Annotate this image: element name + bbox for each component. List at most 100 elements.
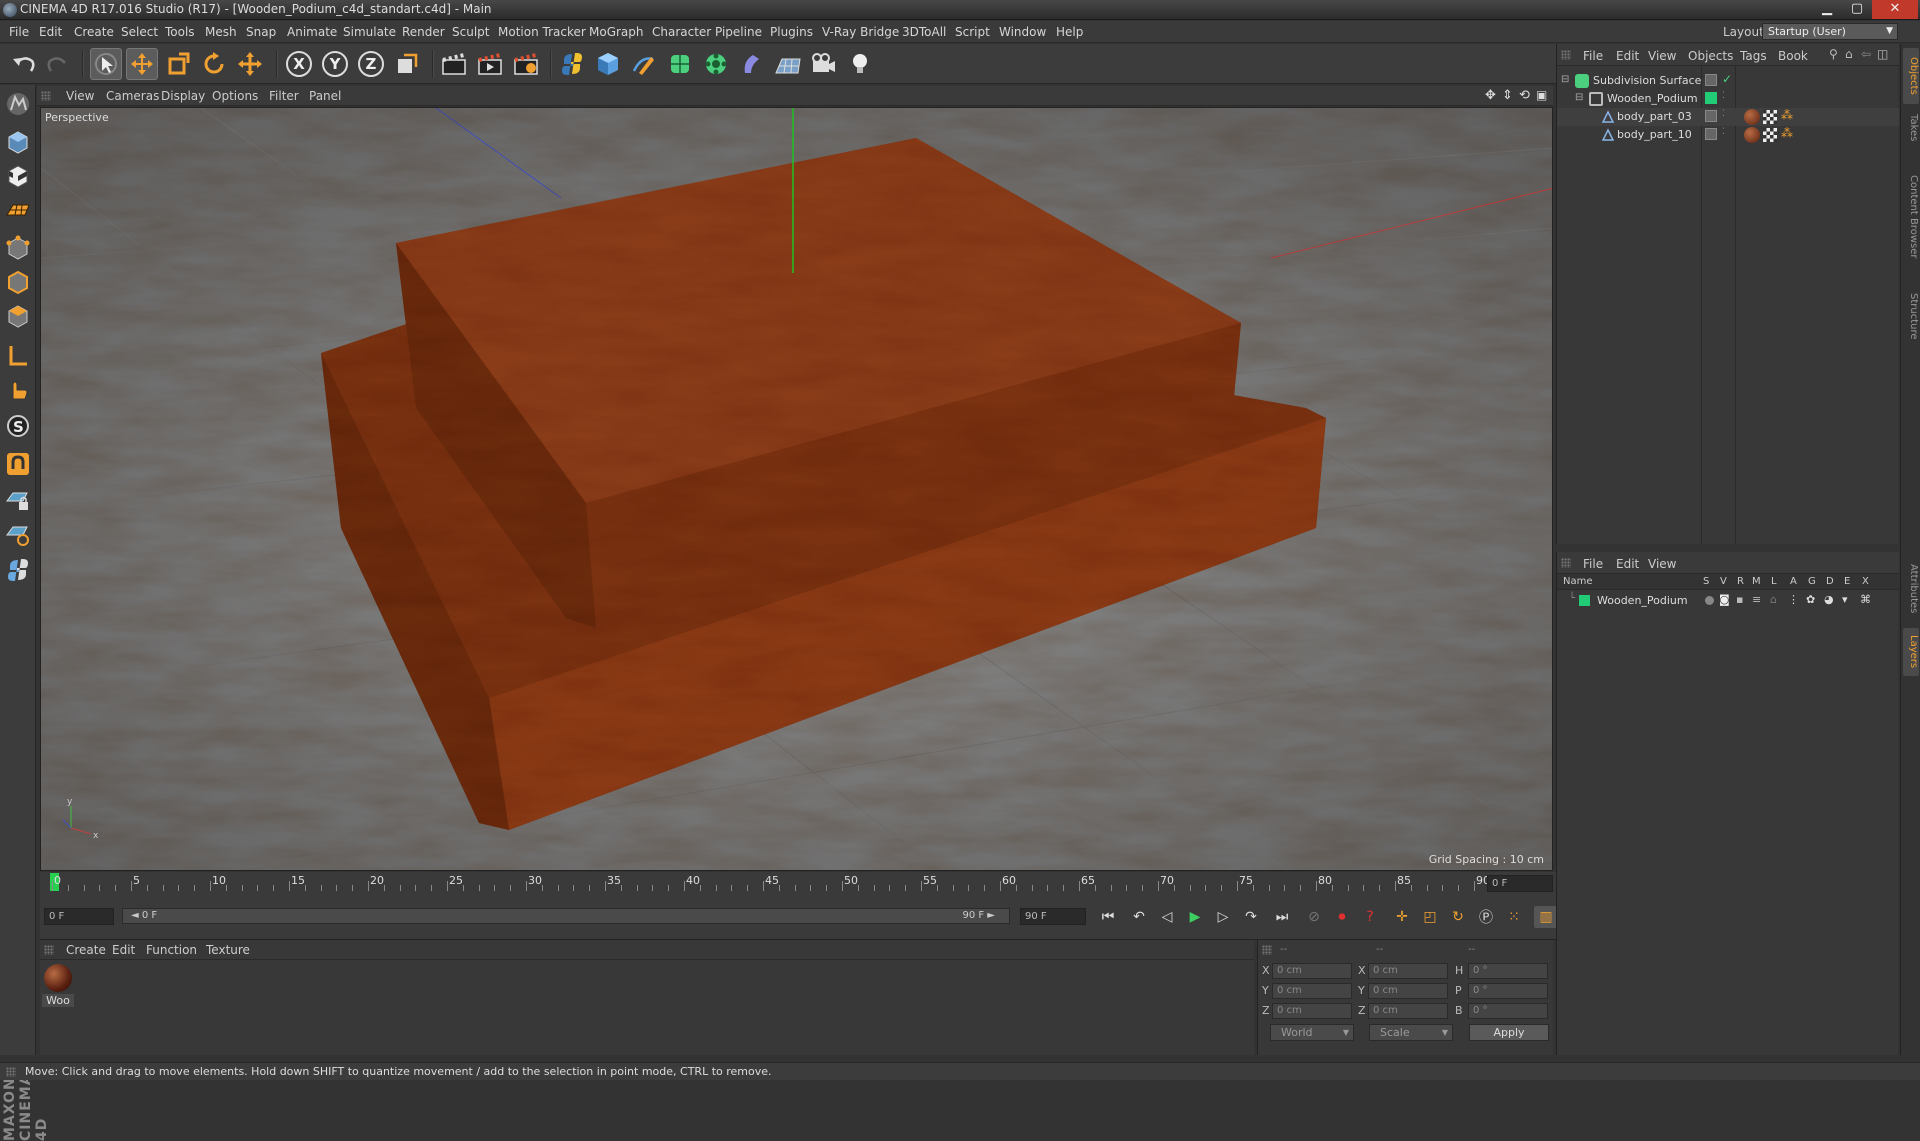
collapse-toggle-icon[interactable]: ⊟: [1561, 74, 1569, 85]
make-editable-button[interactable]: [3, 89, 33, 119]
layer-swatch-icon[interactable]: [1705, 128, 1717, 140]
generator-toggle-icon[interactable]: ✿: [1806, 593, 1815, 606]
size-z-field[interactable]: 0 cm: [1368, 1003, 1448, 1019]
menu-edit[interactable]: Edit: [39, 25, 62, 39]
visibility-dots-icon[interactable]: ⁚: [1722, 91, 1725, 101]
goto-start-button[interactable]: ⏮: [1096, 906, 1120, 928]
layer-swatch-icon[interactable]: [1705, 74, 1717, 86]
menu-create[interactable]: Create: [74, 25, 114, 39]
menu-pipeline[interactable]: Pipeline: [715, 25, 762, 39]
menu-vray-bridge[interactable]: V-Ray Bridge: [822, 25, 899, 39]
tweak-mode-button[interactable]: [3, 375, 33, 405]
size-y-field[interactable]: 0 cm: [1368, 983, 1448, 999]
phong-tag-icon[interactable]: ⁂: [1781, 126, 1793, 140]
rotate-tool-button[interactable]: [198, 48, 230, 80]
locked-workplane-button[interactable]: [3, 485, 33, 515]
tree-row-body-part-03[interactable]: body_part_03 ⁚ ⁂: [1557, 108, 1899, 126]
pos-z-field[interactable]: 0 cm: [1272, 1003, 1352, 1019]
material-menu-create[interactable]: Create: [66, 943, 106, 957]
home-icon[interactable]: ⌂: [1845, 47, 1853, 61]
viewport-menu-view[interactable]: View: [66, 89, 94, 103]
objects-menu-bookmarks[interactable]: Book: [1778, 49, 1808, 63]
render-picture-viewer-button[interactable]: [474, 48, 506, 80]
next-frame-button[interactable]: ▷: [1211, 906, 1235, 928]
render-view-button[interactable]: [438, 48, 470, 80]
material-name[interactable]: Woo: [42, 994, 74, 1007]
menu-tools[interactable]: Tools: [165, 25, 195, 39]
size-mode-dropdown[interactable]: Scale ▼: [1369, 1024, 1453, 1041]
record-keys-disabled-button[interactable]: ⊘: [1302, 906, 1326, 928]
key-parameter-button[interactable]: Ⓟ: [1474, 906, 1498, 928]
objects-menu-tags[interactable]: Tags: [1740, 49, 1767, 63]
edges-mode-button[interactable]: [3, 267, 33, 297]
lock-icon[interactable]: ⌂: [1770, 593, 1777, 606]
viewport-menu-display[interactable]: Display: [161, 89, 205, 103]
render-toggle-icon[interactable]: ▪: [1736, 593, 1743, 606]
material-menu-texture[interactable]: Texture: [206, 943, 250, 957]
tab-structure[interactable]: Structure: [1903, 284, 1919, 348]
viewport-menu-panel[interactable]: Panel: [309, 89, 341, 103]
3d-viewport[interactable]: y x Perspective Grid Spacing : 10 cm: [40, 107, 1553, 871]
material-menu-edit[interactable]: Edit: [112, 943, 135, 957]
material-tag-icon[interactable]: [1744, 127, 1760, 143]
move-tool-button[interactable]: [126, 48, 158, 80]
pos-y-field[interactable]: 0 cm: [1272, 983, 1352, 999]
menu-script[interactable]: Script: [955, 25, 990, 39]
menu-select[interactable]: Select: [121, 25, 158, 39]
redo-button[interactable]: [42, 48, 74, 80]
tree-row-subdivision-surface[interactable]: ⊟ Subdivision Surface ✓: [1557, 72, 1899, 90]
collapse-toggle-icon[interactable]: ⊟: [1575, 92, 1583, 103]
objects-menu-file[interactable]: File: [1583, 49, 1603, 63]
viewport-zoom-icon[interactable]: ⇕: [1502, 88, 1513, 103]
next-key-button[interactable]: ↷: [1239, 906, 1263, 928]
panel-grip-icon[interactable]: [41, 91, 51, 101]
previous-key-button[interactable]: ↶: [1127, 906, 1151, 928]
menu-render[interactable]: Render: [402, 25, 445, 39]
deformer-button[interactable]: [736, 48, 768, 80]
enable-axis-button[interactable]: [3, 341, 33, 371]
model-mode-button[interactable]: [3, 127, 33, 157]
tree-row-wooden-podium[interactable]: ⊟ Wooden_Podium ⁚: [1557, 90, 1899, 108]
apply-button[interactable]: Apply: [1469, 1024, 1549, 1041]
cube-primitive-button[interactable]: [592, 48, 624, 80]
viewport-move-icon[interactable]: ✥: [1485, 88, 1496, 103]
tree-row-body-part-10[interactable]: body_part_10 ⁚ ⁂: [1557, 126, 1899, 144]
manager-toggle-icon[interactable]: ≡: [1752, 593, 1761, 606]
maximize-button[interactable]: ▢: [1842, 0, 1872, 19]
visibility-dots-icon[interactable]: ⁚: [1722, 109, 1725, 119]
tab-attributes[interactable]: Attributes: [1903, 554, 1919, 624]
back-icon[interactable]: ⇦: [1861, 47, 1871, 61]
viewport-label[interactable]: Perspective: [45, 111, 109, 124]
phong-tag-icon[interactable]: ⁂: [1781, 108, 1793, 122]
layer-row-wooden-podium[interactable]: └ Wooden_Podium ◙ ▪ ≡ ⌂ ⋮ ✿ ◕ ▾ ⌘: [1557, 592, 1899, 610]
menu-animate[interactable]: Animate: [287, 25, 337, 39]
viewport-menu-options[interactable]: Options: [212, 89, 258, 103]
eye-icon[interactable]: ◙: [1719, 593, 1730, 606]
expression-toggle-icon[interactable]: ▾: [1842, 593, 1848, 606]
autokeying-button[interactable]: ?: [1358, 906, 1382, 928]
snap-button[interactable]: S: [3, 411, 33, 441]
menu-3dtoall[interactable]: 3DToAll: [902, 25, 946, 39]
menu-sculpt[interactable]: Sculpt: [452, 25, 489, 39]
enabled-check-icon[interactable]: ✓: [1722, 72, 1732, 86]
menu-snap[interactable]: Snap: [246, 25, 276, 39]
polygons-mode-button[interactable]: [3, 301, 33, 331]
key-pla-button[interactable]: ⁙: [1502, 906, 1526, 928]
tab-layers[interactable]: Layers: [1903, 628, 1919, 676]
xref-toggle-icon[interactable]: ⌘: [1860, 593, 1871, 606]
viewport-menu-cameras[interactable]: Cameras: [106, 89, 159, 103]
objects-menu-edit[interactable]: Edit: [1616, 49, 1639, 63]
goto-end-button[interactable]: ⏭: [1270, 906, 1294, 928]
menu-simulate[interactable]: Simulate: [343, 25, 396, 39]
undo-button[interactable]: [8, 48, 40, 80]
coordinate-space-dropdown[interactable]: World ▼: [1270, 1024, 1354, 1041]
menu-window[interactable]: Window: [999, 25, 1046, 39]
visibility-dots-icon[interactable]: ⁚: [1722, 127, 1725, 137]
minimize-button[interactable]: ▁: [1812, 0, 1842, 19]
layer-color-swatch[interactable]: [1705, 92, 1717, 104]
close-button[interactable]: ✕: [1872, 0, 1918, 19]
camera-button[interactable]: [808, 48, 840, 80]
python-script-button[interactable]: [3, 555, 33, 585]
menu-plugins[interactable]: Plugins: [770, 25, 813, 39]
planar-workplane-button[interactable]: [3, 519, 33, 549]
